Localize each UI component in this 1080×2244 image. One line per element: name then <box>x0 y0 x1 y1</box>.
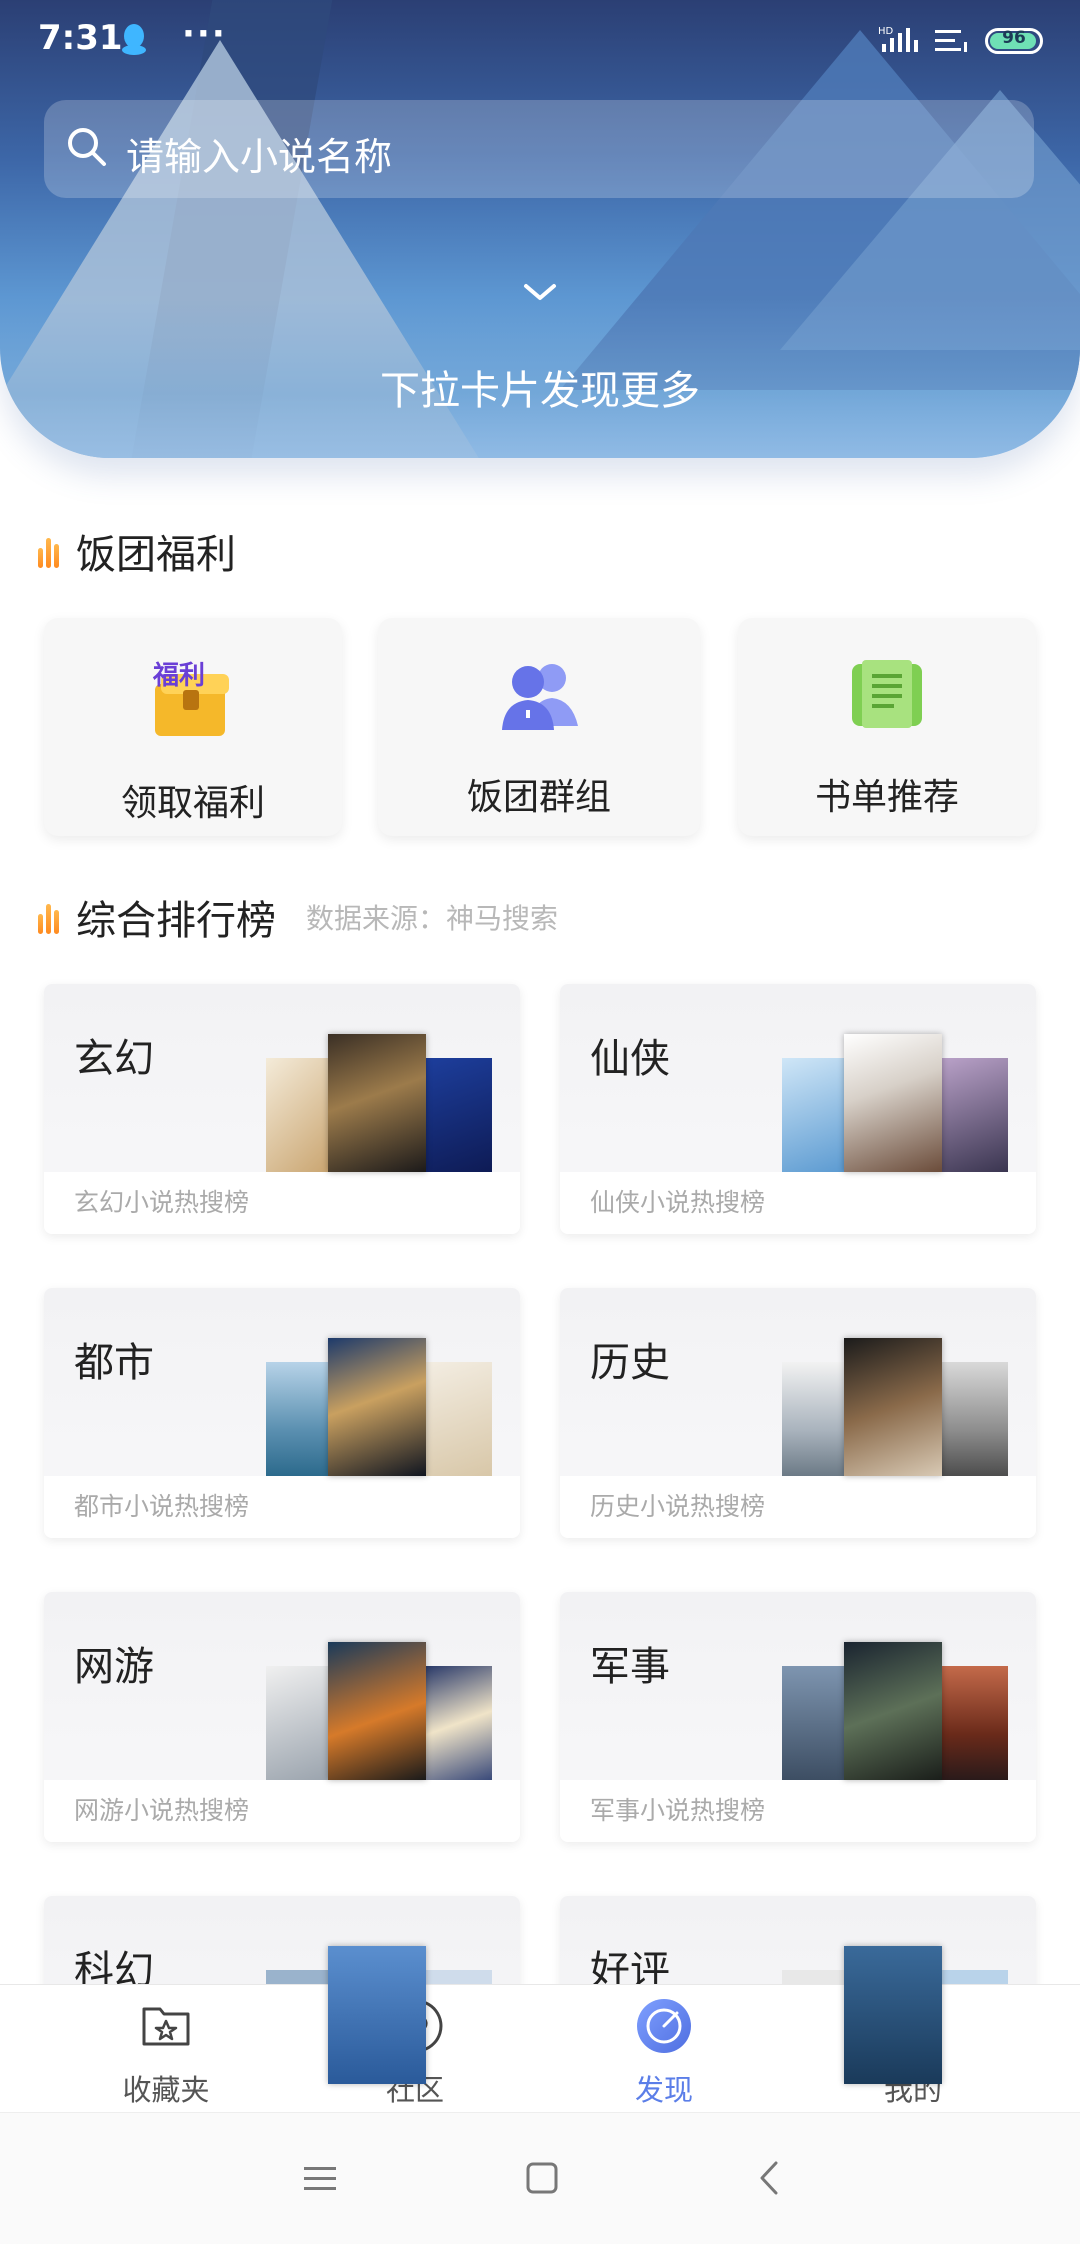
favorites-folder-icon <box>142 2007 190 2046</box>
tab-label: 发现 <box>634 2073 693 2107</box>
rank-card-title: 历史 <box>590 1340 670 1386</box>
tab-label: 收藏夹 <box>122 2073 210 2107</box>
welfare-card-claim[interactable]: 福利 领取福利 <box>44 618 342 836</box>
book-cover <box>266 1666 332 1780</box>
rank-card-desc: 仙侠小说热搜榜 <box>560 1172 1036 1234</box>
section-title-text: 饭团福利 <box>76 532 236 578</box>
search-input[interactable]: 请输入小说名称 <box>44 100 1034 198</box>
discover-compass-icon <box>637 1999 691 2053</box>
book-cover <box>942 1666 1008 1780</box>
book-cover <box>328 1946 426 2084</box>
battery-icon: 96 <box>985 28 1043 54</box>
book-cover <box>266 1362 332 1476</box>
chevron-down-icon[interactable] <box>520 278 560 306</box>
gift-chest-icon: 福利 <box>152 661 229 736</box>
welfare-card-booklist[interactable]: 书单推荐 <box>738 618 1036 836</box>
book-cover <box>782 1666 848 1780</box>
tab-favorites[interactable]: 收藏夹 <box>31 1985 301 2113</box>
rank-card-xianxia[interactable]: 仙侠 仙侠小说热搜榜 <box>560 984 1036 1234</box>
book-cover <box>782 1362 848 1476</box>
signal-icon: HD <box>878 26 918 52</box>
rank-card-title: 军事 <box>590 1644 670 1690</box>
rank-card-wangyou[interactable]: 网游 网游小说热搜榜 <box>44 1592 520 1842</box>
book-cover <box>942 1362 1008 1476</box>
book-cover <box>328 1642 426 1780</box>
status-bar: 7:31 ··· HD 96 <box>0 0 1080 84</box>
rank-card-desc: 都市小说热搜榜 <box>44 1476 520 1538</box>
search-placeholder: 请输入小说名称 <box>126 135 393 179</box>
data-source-note: 数据来源：神马搜索 <box>306 902 559 935</box>
book-list-icon <box>852 660 922 728</box>
back-icon[interactable] <box>750 2153 790 2203</box>
pull-down-hint[interactable]: 下拉卡片发现更多 <box>0 358 1080 416</box>
data-activity-icon <box>935 30 967 52</box>
tab-discover[interactable]: 发现 <box>529 1985 799 2113</box>
qq-penguin-icon <box>122 24 146 55</box>
welfare-card-group[interactable]: 饭团群组 <box>378 618 700 836</box>
book-cover <box>328 1034 426 1172</box>
welfare-card-label: 饭团群组 <box>466 777 611 818</box>
group-users-icon <box>502 664 578 730</box>
network-type-label: HD <box>878 26 894 37</box>
menu-icon[interactable] <box>300 2153 340 2203</box>
book-cover <box>782 1058 848 1172</box>
rank-card-desc: 网游小说热搜榜 <box>44 1780 520 1842</box>
rank-card-lishi[interactable]: 历史 历史小说热搜榜 <box>560 1288 1036 1538</box>
book-cover <box>844 1338 942 1476</box>
rank-card-covers <box>782 1034 1012 1172</box>
notification-more-icon: ··· <box>182 14 227 54</box>
book-cover <box>844 1642 942 1780</box>
book-cover <box>844 1946 942 2084</box>
rank-card-title: 都市 <box>74 1340 154 1386</box>
section-title-ranking: 综合排行榜 数据来源：神马搜索 <box>36 888 558 946</box>
rank-card-desc: 军事小说热搜榜 <box>560 1780 1036 1842</box>
rank-card-covers <box>782 1338 1012 1476</box>
status-time: 7:31 <box>38 18 123 58</box>
rank-card-covers <box>782 1642 1012 1780</box>
rank-card-xuanhuan[interactable]: 玄幻 玄幻小说热搜榜 <box>44 984 520 1234</box>
rank-card-desc: 历史小说热搜榜 <box>560 1476 1036 1538</box>
rank-card-title: 仙侠 <box>590 1036 670 1082</box>
book-cover <box>942 1058 1008 1172</box>
welfare-card-label: 领取福利 <box>120 783 265 824</box>
book-cover <box>266 1058 332 1172</box>
hero-banner[interactable]: 7:31 ··· HD 96 请输入小说名称 下拉卡片发现更多 <box>0 0 1080 458</box>
book-cover <box>426 1058 492 1172</box>
book-cover <box>844 1034 942 1172</box>
welfare-card-label: 书单推荐 <box>814 777 959 818</box>
section-bars-icon <box>36 900 60 934</box>
section-title-text: 综合排行榜 <box>76 898 276 944</box>
battery-level: 96 <box>1002 28 1026 48</box>
rank-card-covers <box>266 1338 496 1476</box>
system-navigation-bar <box>0 2112 1080 2244</box>
book-cover <box>328 1338 426 1476</box>
book-cover <box>426 1362 492 1476</box>
rank-card-covers <box>266 1642 496 1780</box>
rank-card-desc: 玄幻小说热搜榜 <box>44 1172 520 1234</box>
rank-card-title: 网游 <box>74 1644 154 1690</box>
rank-card-title: 玄幻 <box>74 1036 154 1082</box>
book-cover <box>426 1666 492 1780</box>
rank-card-dushi[interactable]: 都市 都市小说热搜榜 <box>44 1288 520 1538</box>
section-title-welfare: 饭团福利 <box>36 522 236 580</box>
rank-card-covers <box>266 1034 496 1172</box>
home-icon[interactable] <box>522 2153 562 2203</box>
rank-card-junshi[interactable]: 军事 军事小说热搜榜 <box>560 1592 1036 1842</box>
search-icon <box>68 128 106 166</box>
section-bars-icon <box>36 534 60 568</box>
gift-chest-label: 福利 <box>152 661 205 691</box>
